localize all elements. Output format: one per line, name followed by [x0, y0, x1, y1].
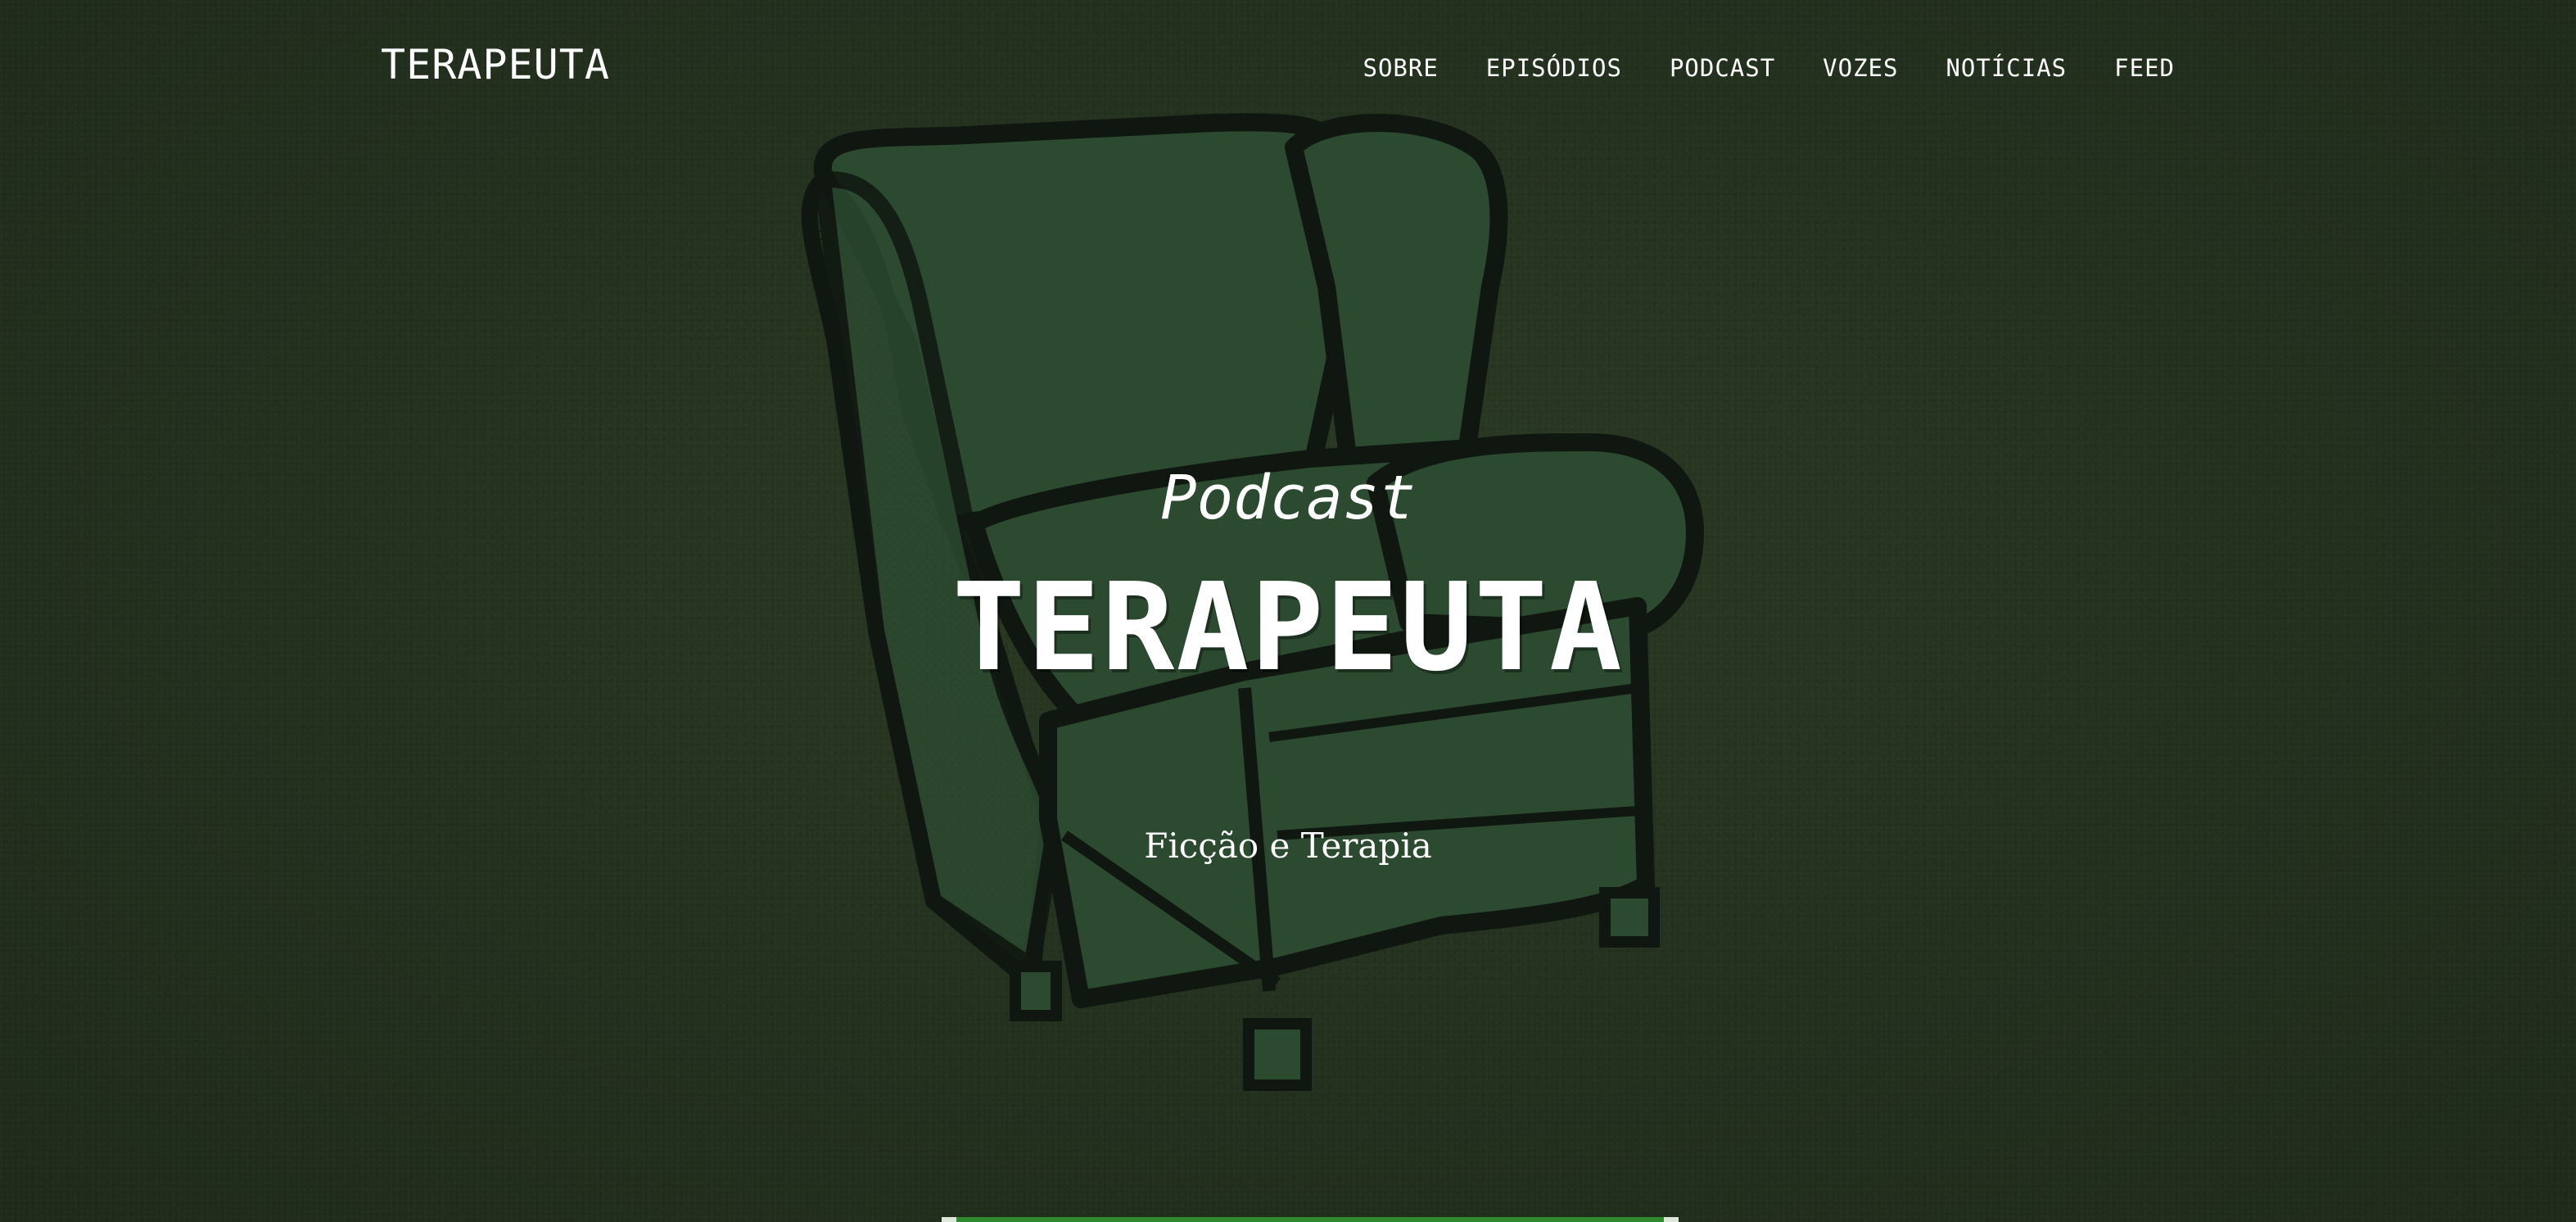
hero-tagline: Ficção e Terapia — [1144, 826, 1432, 866]
nav-item-feed[interactable]: FEED — [2114, 54, 2175, 82]
hero-kicker: Podcast — [1160, 463, 1416, 533]
top-navigation-bar: TERAPEUTA SOBRE EPISÓDIOS PODCAST VOZES … — [0, 0, 2576, 139]
nav-item-podcast[interactable]: PODCAST — [1670, 54, 1775, 82]
nav-item-vozes[interactable]: VOZES — [1823, 54, 1898, 82]
nav-item-sobre[interactable]: SOBRE — [1363, 54, 1438, 82]
nav-item-noticias[interactable]: NOTÍCIAS — [1946, 54, 2067, 82]
hero-section: TERAPEUTA SOBRE EPISÓDIOS PODCAST VOZES … — [0, 0, 2576, 1222]
nav-item-episodios[interactable]: EPISÓDIOS — [1486, 54, 1622, 82]
hero-title: TERAPEUTA — [952, 557, 1624, 698]
bottom-accent-bar — [942, 1217, 1679, 1222]
site-logo[interactable]: TERAPEUTA — [381, 41, 610, 88]
main-nav: SOBRE EPISÓDIOS PODCAST VOZES NOTÍCIAS F… — [1363, 54, 2175, 82]
